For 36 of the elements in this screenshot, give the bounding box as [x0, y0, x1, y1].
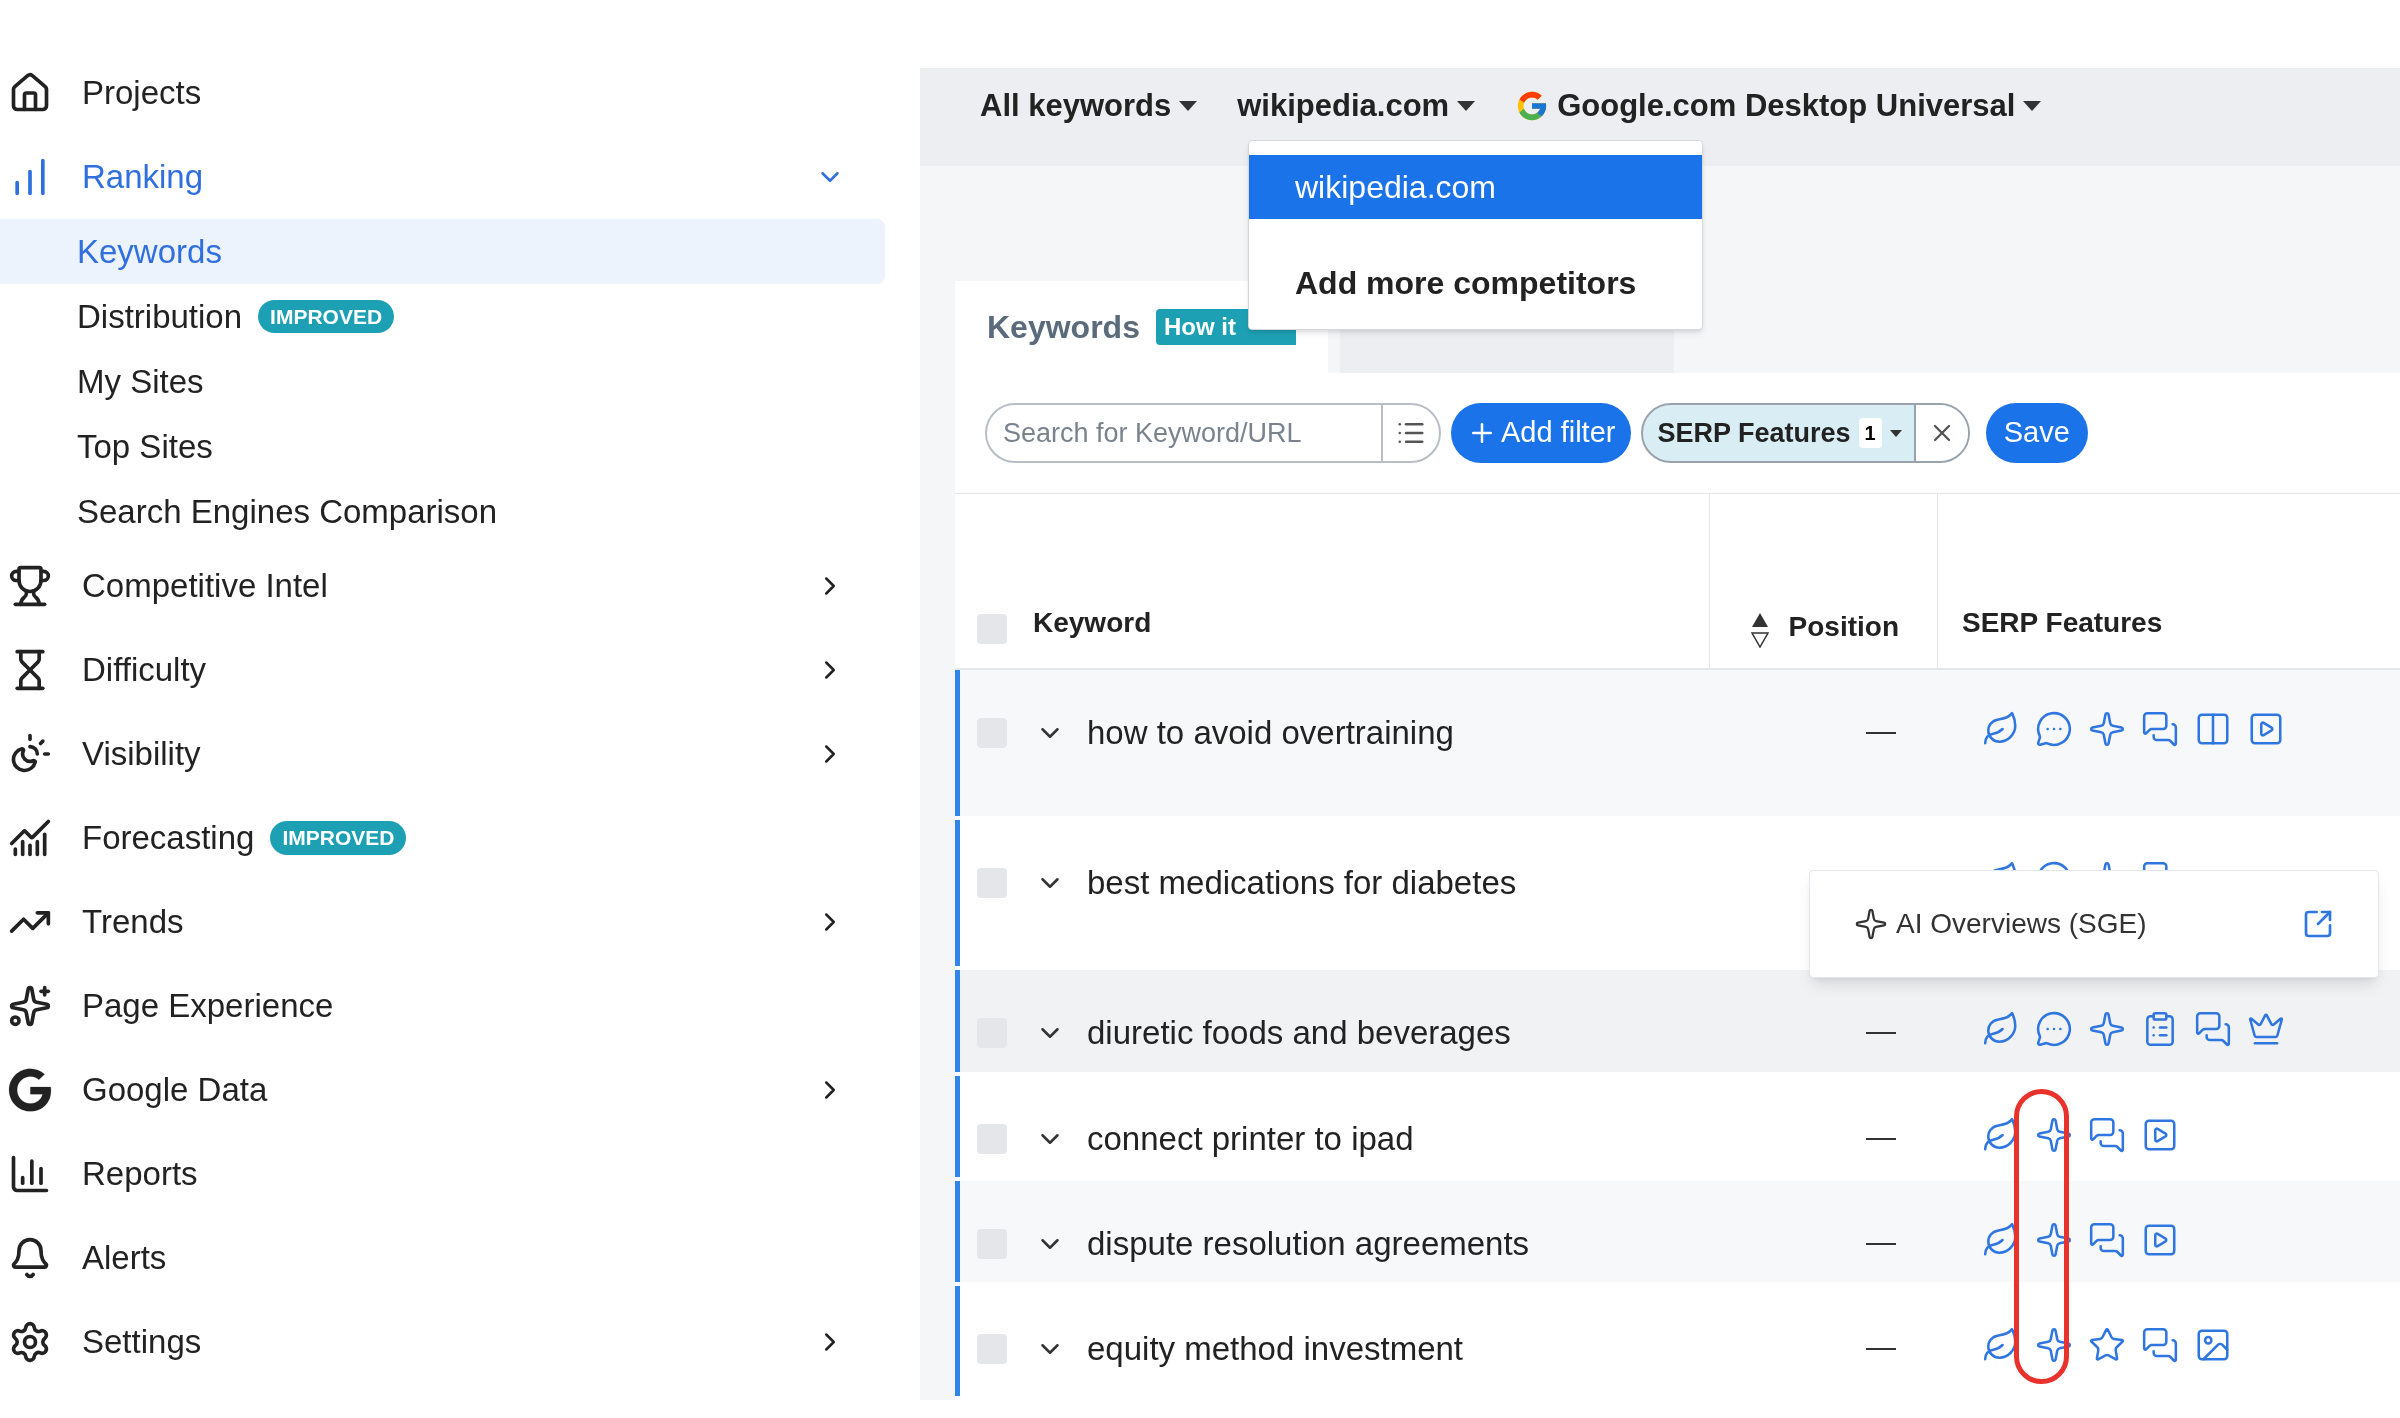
keyword-cell-text: how to avoid overtraining: [1087, 713, 1454, 753]
sidebar-label: Distribution: [77, 296, 243, 337]
position-cell-text: —: [1866, 1329, 1896, 1365]
sidebar-label: Difficulty: [82, 650, 207, 691]
improved-badge: IMPROVED: [258, 299, 395, 334]
sidebar-label: Forecasting: [82, 818, 255, 859]
sidebar-label: Projects: [82, 73, 202, 114]
sidebar-label: Top Sites: [77, 426, 213, 467]
improved-badge: IMPROVED: [270, 821, 407, 855]
sidebar-label: Page Experience: [82, 986, 334, 1027]
sidebar-label: Search Engines Comparison: [77, 491, 498, 532]
keyword-cell-text: diuretic foods and beverages: [1087, 1013, 1511, 1053]
column-header: SERP Features: [1962, 606, 2163, 640]
keyword-cell-text: best medications for diabetes: [1087, 863, 1517, 903]
sidebar-label: Ranking: [82, 157, 204, 198]
sidebar-label: Competitive Intel: [82, 566, 328, 607]
keyword-cell-text: dispute resolution agreements: [1087, 1224, 1530, 1264]
sidebar-label: Keywords: [77, 231, 222, 272]
sidebar-label: Reports: [82, 1154, 198, 1195]
column-header: Position: [1788, 610, 1899, 644]
keyword-cell-text: connect printer to ipad: [1087, 1119, 1414, 1159]
keyword-cell-text: equity method investment: [1087, 1329, 1464, 1369]
column-header: Keyword: [1033, 606, 1152, 640]
tooltip-label: AI Overviews (SGE): [1896, 907, 2147, 941]
filter-count: 1: [1858, 418, 1882, 448]
filter-label: SERP Features: [1656, 416, 1851, 450]
position-cell-text: —: [1866, 1224, 1896, 1260]
sidebar-label: Settings: [82, 1322, 202, 1363]
sidebar-label: Alerts: [82, 1238, 167, 1279]
position-cell-text: —: [1866, 713, 1896, 749]
sidebar-label: My Sites: [77, 361, 204, 402]
sidebar-label: Trends: [82, 902, 184, 943]
position-cell-text: —: [1866, 1013, 1896, 1049]
sidebar-label: Visibility: [82, 734, 201, 775]
position-cell-text: —: [1866, 1119, 1896, 1155]
sidebar-label: Google Data: [82, 1070, 268, 1111]
